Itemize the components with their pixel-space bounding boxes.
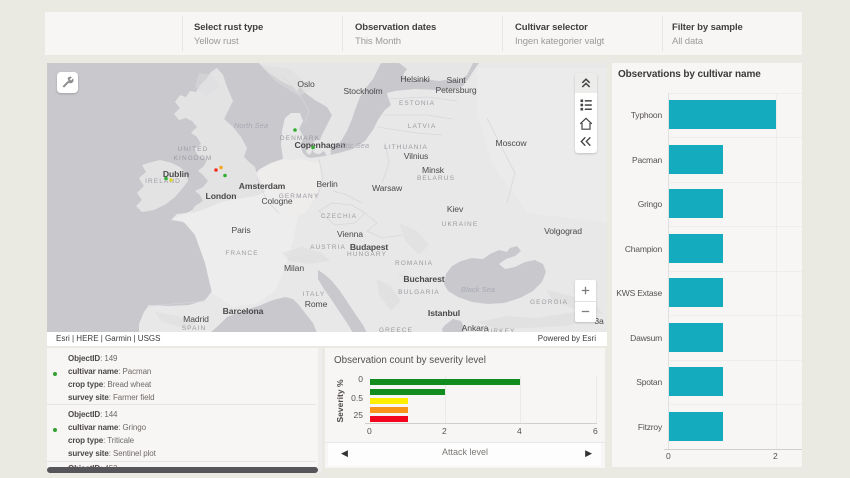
svg-text:ITALY: ITALY: [303, 291, 326, 298]
svg-text:Milan: Milan: [284, 263, 304, 273]
svg-text:CZECHIA: CZECHIA: [321, 213, 357, 220]
svg-text:Oslo: Oslo: [297, 79, 315, 89]
svg-text:BELARUS: BELARUS: [417, 175, 455, 182]
svg-text:ESTONIA: ESTONIA: [399, 100, 435, 107]
svg-text:IRELAND: IRELAND: [145, 178, 181, 185]
svg-text:Barcelona: Barcelona: [223, 306, 264, 316]
svg-text:Helsinki: Helsinki: [400, 74, 429, 84]
svg-text:DENMARK: DENMARK: [280, 135, 320, 142]
svg-text:Warsaw: Warsaw: [372, 183, 403, 193]
svg-text:Istanbul: Istanbul: [428, 308, 460, 318]
svg-text:Moscow: Moscow: [496, 138, 528, 148]
svg-text:Black Sea: Black Sea: [461, 285, 495, 294]
svg-text:BULGARIA: BULGARIA: [398, 289, 440, 296]
svg-text:HUNGARY: HUNGARY: [347, 251, 387, 258]
svg-text:UNITED: UNITED: [178, 146, 209, 153]
svg-text:Rome: Rome: [305, 299, 328, 309]
svg-text:Petersburg: Petersburg: [435, 85, 476, 95]
svg-text:Baltic Sea: Baltic Sea: [335, 141, 369, 150]
svg-text:Volgograd: Volgograd: [544, 226, 582, 236]
svg-text:KINGDOM: KINGDOM: [174, 155, 213, 162]
svg-text:Paris: Paris: [231, 225, 250, 235]
svg-text:SPAIN: SPAIN: [182, 325, 207, 332]
svg-text:Saint: Saint: [446, 75, 466, 85]
svg-text:LITHUANIA: LITHUANIA: [384, 144, 428, 151]
svg-text:North Sea: North Sea: [234, 121, 268, 130]
svg-text:Vilnius: Vilnius: [404, 151, 428, 161]
svg-text:ROMANIA: ROMANIA: [395, 260, 433, 267]
svg-text:Kiev: Kiev: [447, 204, 464, 214]
svg-text:Vienna: Vienna: [337, 229, 363, 239]
svg-text:AUSTRIA: AUSTRIA: [310, 244, 346, 251]
svg-text:LATVIA: LATVIA: [408, 123, 437, 130]
svg-text:Stockholm: Stockholm: [343, 86, 382, 96]
svg-text:Minsk: Minsk: [422, 165, 445, 175]
svg-text:Madrid: Madrid: [183, 314, 209, 324]
svg-text:FRANCE: FRANCE: [225, 250, 258, 257]
svg-text:Berlin: Berlin: [316, 179, 338, 189]
svg-text:GERMANY: GERMANY: [279, 193, 320, 200]
svg-text:London: London: [206, 191, 237, 201]
svg-text:GEORGIA: GEORGIA: [530, 299, 568, 306]
svg-text:UKRAINE: UKRAINE: [442, 221, 479, 228]
svg-text:Bucharest: Bucharest: [403, 274, 444, 284]
svg-text:Amsterdam: Amsterdam: [239, 181, 286, 191]
